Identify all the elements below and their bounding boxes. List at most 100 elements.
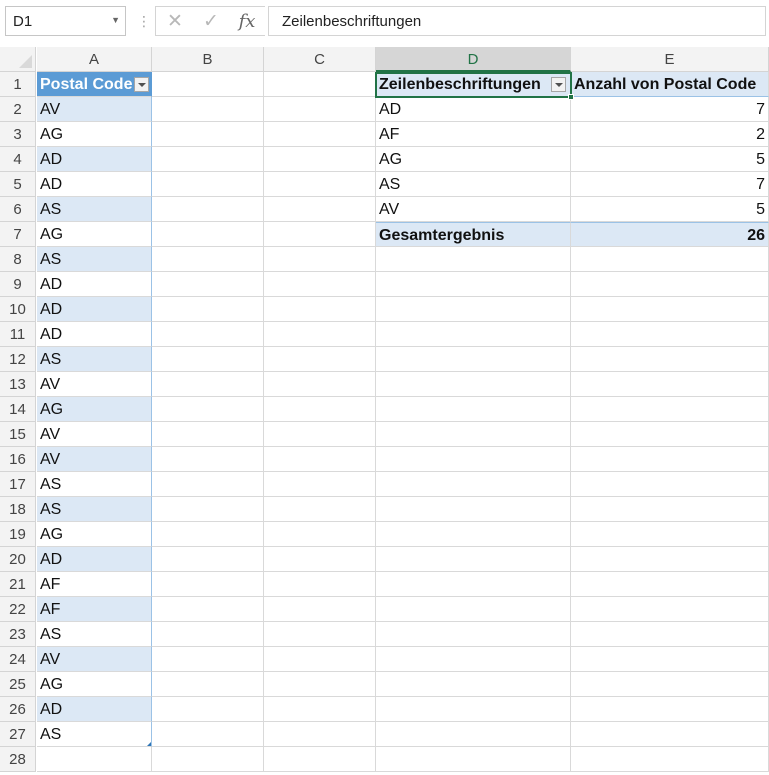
cell-d24[interactable]: [376, 647, 571, 672]
pivot-row-value[interactable]: 2: [571, 122, 769, 147]
row-header-15[interactable]: 15: [0, 422, 36, 447]
pivot-row-label[interactable]: AF: [376, 122, 571, 147]
cell-b12[interactable]: [152, 347, 264, 372]
cell-d27[interactable]: [376, 722, 571, 747]
cell-e16[interactable]: [571, 447, 769, 472]
column-header-a[interactable]: A: [37, 47, 152, 72]
row-header-11[interactable]: 11: [0, 322, 36, 347]
row-header-28[interactable]: 28: [0, 747, 36, 772]
table-cell-postal-code[interactable]: AD: [37, 172, 152, 197]
cell-e10[interactable]: [571, 297, 769, 322]
cell-c1[interactable]: [264, 72, 376, 97]
cell-c10[interactable]: [264, 297, 376, 322]
cell-c7[interactable]: [264, 222, 376, 247]
cell-b28[interactable]: [152, 747, 264, 772]
table-cell-postal-code[interactable]: AG: [37, 222, 152, 247]
row-header-2[interactable]: 2: [0, 97, 36, 122]
cell-c13[interactable]: [264, 372, 376, 397]
cell-c12[interactable]: [264, 347, 376, 372]
cell-c3[interactable]: [264, 122, 376, 147]
pivot-row-value[interactable]: 7: [571, 97, 769, 122]
cell-b9[interactable]: [152, 272, 264, 297]
cell-b11[interactable]: [152, 322, 264, 347]
cell-d20[interactable]: [376, 547, 571, 572]
row-header-9[interactable]: 9: [0, 272, 36, 297]
chevron-down-icon[interactable]: ▼: [111, 15, 120, 25]
pivot-value-header[interactable]: Anzahl von Postal Code: [571, 72, 769, 97]
table-cell-postal-code[interactable]: AG: [37, 397, 152, 422]
table-cell-postal-code[interactable]: AD: [37, 547, 152, 572]
pivot-filter-dropdown-icon[interactable]: [551, 77, 566, 92]
cell-b5[interactable]: [152, 172, 264, 197]
cell-e11[interactable]: [571, 322, 769, 347]
pivot-row-label[interactable]: AV: [376, 197, 571, 222]
cell-c18[interactable]: [264, 497, 376, 522]
enter-icon[interactable]: ✓: [197, 9, 225, 35]
column-header-b[interactable]: B: [152, 47, 264, 72]
cell-c14[interactable]: [264, 397, 376, 422]
table-cell-postal-code[interactable]: AV: [37, 97, 152, 122]
cell-e15[interactable]: [571, 422, 769, 447]
cell-d19[interactable]: [376, 522, 571, 547]
cell-e13[interactable]: [571, 372, 769, 397]
name-box[interactable]: D1 ▼: [5, 6, 126, 36]
cell-c8[interactable]: [264, 247, 376, 272]
formula-input[interactable]: Zeilenbeschriftungen: [268, 6, 766, 36]
cell-e22[interactable]: [571, 597, 769, 622]
cell-c25[interactable]: [264, 672, 376, 697]
pivot-row-value[interactable]: 5: [571, 197, 769, 222]
cell-b17[interactable]: [152, 472, 264, 497]
cell-c6[interactable]: [264, 197, 376, 222]
cell-e21[interactable]: [571, 572, 769, 597]
table-cell-postal-code[interactable]: AD: [37, 297, 152, 322]
insert-function-icon[interactable]: fx: [233, 9, 261, 35]
cell-c24[interactable]: [264, 647, 376, 672]
cell-e26[interactable]: [571, 697, 769, 722]
table-cell-postal-code[interactable]: AS: [37, 197, 152, 222]
cell-d12[interactable]: [376, 347, 571, 372]
cell-c15[interactable]: [264, 422, 376, 447]
cell-d25[interactable]: [376, 672, 571, 697]
table-cell-postal-code[interactable]: AS: [37, 722, 152, 747]
cell-b1[interactable]: [152, 72, 264, 97]
row-header-7[interactable]: 7: [0, 222, 36, 247]
cell-d15[interactable]: [376, 422, 571, 447]
cell-d11[interactable]: [376, 322, 571, 347]
table-cell-postal-code[interactable]: AD: [37, 697, 152, 722]
cell-d26[interactable]: [376, 697, 571, 722]
pivot-total-value[interactable]: 26: [571, 222, 769, 247]
table-cell-postal-code[interactable]: AV: [37, 372, 152, 397]
cell-e25[interactable]: [571, 672, 769, 697]
cell-c27[interactable]: [264, 722, 376, 747]
cell-e20[interactable]: [571, 547, 769, 572]
column-header-e[interactable]: E: [571, 47, 769, 72]
row-header-20[interactable]: 20: [0, 547, 36, 572]
row-header-16[interactable]: 16: [0, 447, 36, 472]
cell-b24[interactable]: [152, 647, 264, 672]
cell-d22[interactable]: [376, 597, 571, 622]
row-header-21[interactable]: 21: [0, 572, 36, 597]
cell-e14[interactable]: [571, 397, 769, 422]
cell-c2[interactable]: [264, 97, 376, 122]
column-header-d[interactable]: D: [376, 47, 571, 72]
select-all-button[interactable]: [0, 47, 36, 72]
row-header-27[interactable]: 27: [0, 722, 36, 747]
row-header-10[interactable]: 10: [0, 297, 36, 322]
cell-b15[interactable]: [152, 422, 264, 447]
cell-c4[interactable]: [264, 147, 376, 172]
cell-b20[interactable]: [152, 547, 264, 572]
cell-e27[interactable]: [571, 722, 769, 747]
row-header-6[interactable]: 6: [0, 197, 36, 222]
row-header-8[interactable]: 8: [0, 247, 36, 272]
filter-dropdown-icon[interactable]: [134, 77, 149, 92]
cell-e8[interactable]: [571, 247, 769, 272]
cell-c9[interactable]: [264, 272, 376, 297]
row-header-17[interactable]: 17: [0, 472, 36, 497]
table-cell-postal-code[interactable]: AS: [37, 347, 152, 372]
row-header-26[interactable]: 26: [0, 697, 36, 722]
row-header-13[interactable]: 13: [0, 372, 36, 397]
more-options-icon[interactable]: ⋮: [137, 12, 151, 30]
row-header-12[interactable]: 12: [0, 347, 36, 372]
row-header-24[interactable]: 24: [0, 647, 36, 672]
cell-d21[interactable]: [376, 572, 571, 597]
